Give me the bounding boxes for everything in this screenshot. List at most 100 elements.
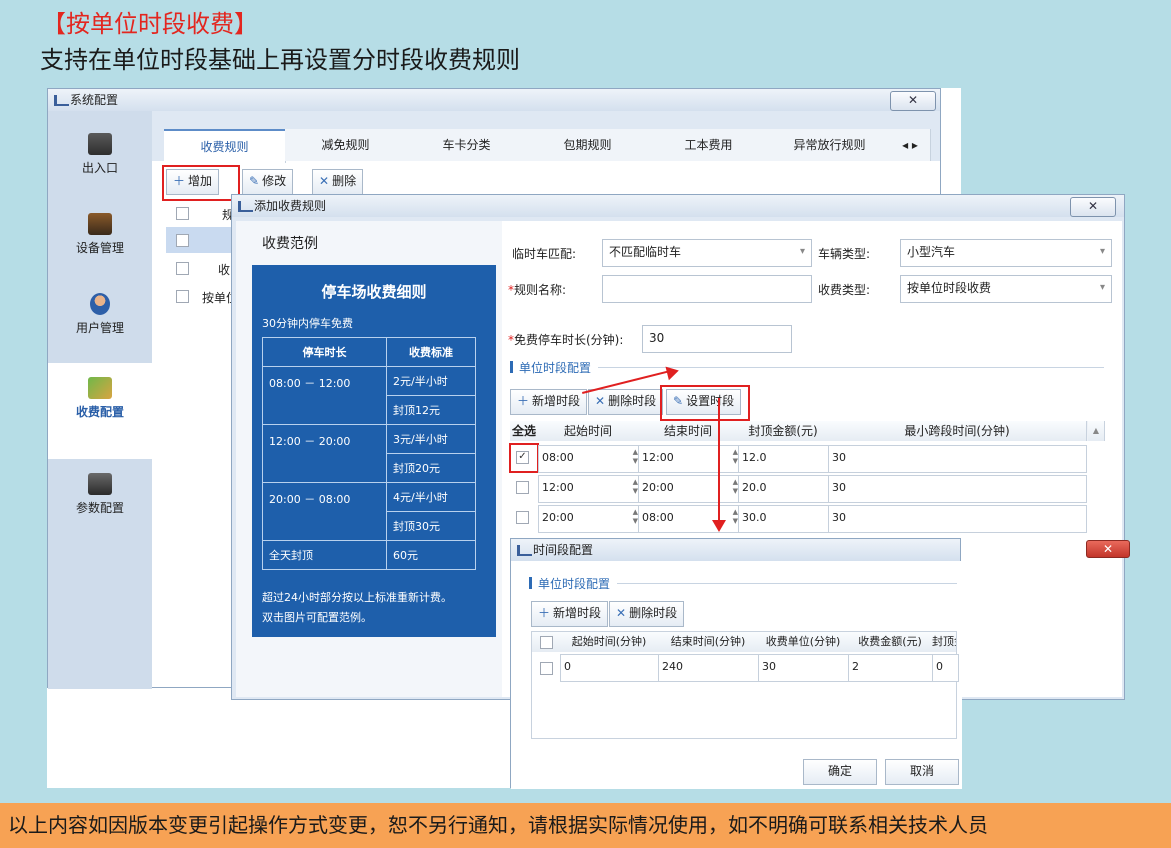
unit-cell[interactable]: 30 <box>758 654 851 682</box>
close-button[interactable]: ✕ <box>1070 197 1116 217</box>
screenshot-area: 系统配置 ✕ 出入口 设备管理 用户管理 收费配置 参数配置 收费规则 减免规则… <box>47 88 1125 789</box>
tab-discount-rules[interactable]: 减免规则 <box>285 129 407 161</box>
rate-cell: 2元/半小时 <box>386 366 476 396</box>
header-unit: 收费单位(分钟) <box>758 632 849 652</box>
window-title: 系统配置 <box>70 93 119 107</box>
col-duration: 停车时长 <box>261 337 388 367</box>
header-end: 结束时间(分钟) <box>658 632 759 652</box>
row-checkbox[interactable] <box>176 290 189 303</box>
footer-notice: 以上内容如因版本变更引起操作方式变更，恕不另行通知，请根据实际情况使用，如不明确… <box>0 803 1171 848</box>
start-cell[interactable]: 0 <box>560 654 661 682</box>
row-checkbox[interactable] <box>176 234 189 247</box>
row-checkbox[interactable] <box>516 481 529 494</box>
add-period-button[interactable]: ＋新增时段 <box>531 601 609 627</box>
close-button[interactable]: ✕ <box>890 91 936 111</box>
sidebar-item-params[interactable]: 参数配置 <box>48 473 152 516</box>
vehicle-type-label: 车辆类型: <box>818 247 871 261</box>
tab-card-category[interactable]: 车卡分类 <box>406 129 528 161</box>
fee-type-select[interactable]: 按单位时段收费 <box>900 275 1112 303</box>
app-icon <box>238 201 253 212</box>
tab-scroll-arrows[interactable]: ◂ ▸ <box>890 129 931 161</box>
cancel-button[interactable]: 取消 <box>885 759 959 785</box>
tab-period-rules[interactable]: 包期规则 <box>527 129 649 161</box>
dialog-title: 时间段配置 <box>533 543 594 557</box>
cap-cell[interactable]: 30.0 <box>738 505 831 533</box>
gate-icon <box>88 133 112 155</box>
user-icon <box>90 293 110 315</box>
period-close-button[interactable]: ✕ <box>1086 540 1130 558</box>
plus-icon: ＋ <box>517 394 530 408</box>
min-span-cell[interactable]: 30 <box>828 505 1087 533</box>
page-subheading: 支持在单位时段基础上再设置分时段收费规则 <box>40 46 520 74</box>
min-span-cell[interactable]: 30 <box>828 475 1087 503</box>
monitor-icon <box>88 473 112 495</box>
cap-cell: 封顶20元 <box>386 453 476 483</box>
header-cap: 封顶金额(元) <box>932 632 957 652</box>
cap-cell[interactable]: 0 <box>932 654 959 682</box>
row-checkbox[interactable] <box>540 662 553 675</box>
header-select-all[interactable]: 全选 <box>510 421 539 441</box>
duration-cell: 20:00 － 08:00 <box>261 482 388 541</box>
allday-value: 60元 <box>386 540 476 570</box>
x-icon: ✕ <box>319 174 330 188</box>
scroll-up-icon[interactable]: ▲ <box>1088 421 1105 441</box>
row-checkbox[interactable] <box>176 262 189 275</box>
cap-cell: 封顶30元 <box>386 511 476 541</box>
period-grid-header: 全选 起始时间 结束时间 封顶金额(元) 最小跨段时间(分钟) ▲ <box>510 421 1105 441</box>
page-heading: 【按单位时段收费】 <box>42 10 258 38</box>
panel-note-1: 超过24小时部分按以上标准重新计费。 <box>262 591 452 604</box>
end-cell[interactable]: 240 <box>658 654 761 682</box>
header-start: 起始时间(分钟) <box>560 632 659 652</box>
fee-type-label: 收费类型: <box>818 283 871 297</box>
end-time-cell[interactable]: 20:00 ▲ ▼ <box>638 475 741 503</box>
arrow-head <box>712 520 726 532</box>
highlight-checkbox <box>509 443 539 473</box>
add-period-button[interactable]: ＋新增时段 <box>510 389 588 415</box>
allday-label: 全天封顶 <box>261 540 388 570</box>
plus-icon: ＋ <box>538 606 551 620</box>
delete-button[interactable]: ✕ 删除 <box>312 169 364 195</box>
tab-abnormal-release[interactable]: 异常放行规则 <box>769 129 891 161</box>
end-time-cell[interactable]: 12:00 ▲ ▼ <box>638 445 741 473</box>
row-checkbox[interactable] <box>176 207 189 220</box>
rule-name-label: *规则名称: <box>508 283 567 297</box>
example-pane: 收费范例 停车场收费细则 30分钟内停车免费 停车时长 收费标准 08:00 － … <box>236 221 502 697</box>
dialog-title: 添加收费规则 <box>254 199 327 213</box>
row-checkbox[interactable] <box>516 511 529 524</box>
cap-cell[interactable]: 20.0 <box>738 475 831 503</box>
cap-cell[interactable]: 12.0 <box>738 445 831 473</box>
header-amount: 收费金额(元) <box>848 632 933 652</box>
list-item[interactable]: 收 <box>218 261 230 278</box>
min-span-cell[interactable]: 30 <box>828 445 1087 473</box>
sidebar-item-users[interactable]: 用户管理 <box>48 293 152 336</box>
header-cap: 封顶金额(元) <box>738 421 829 441</box>
start-time-cell[interactable]: 20:00 ▲ ▼ <box>538 505 641 533</box>
tab-material-fee[interactable]: 工本费用 <box>648 129 770 161</box>
free-time-label: *免费停车时长(分钟): <box>508 333 624 347</box>
sidebar-item-devices[interactable]: 设备管理 <box>48 213 152 256</box>
panel-note-2: 双击图片可配置范例。 <box>262 611 372 624</box>
duration-cell: 08:00 － 12:00 <box>261 366 388 425</box>
start-time-cell[interactable]: 08:00 ▲ ▼ <box>538 445 641 473</box>
vehicle-type-select[interactable]: 小型汽车 <box>900 239 1112 267</box>
amount-cell[interactable]: 2 <box>848 654 935 682</box>
fee-example-panel[interactable]: 停车场收费细则 30分钟内停车免费 停车时长 收费标准 08:00 － 12:00… <box>252 265 496 637</box>
fee-rules-table: 停车时长 收费标准 08:00 － 12:00 2元/半小时 封顶12元 12:00… <box>261 337 476 570</box>
select-all-checkbox[interactable] <box>540 636 553 649</box>
period-config-dialog: 时间段配置 单位时段配置 ＋新增时段 ✕ 删除时段 起始时间(分钟) 结束时间(分… <box>510 538 962 789</box>
temp-match-label: 临时车匹配: <box>512 247 577 261</box>
sidebar-item-fee-config[interactable]: 收费配置 <box>48 363 152 459</box>
ok-button[interactable]: 确定 <box>803 759 877 785</box>
period-body: 单位时段配置 ＋新增时段 ✕ 删除时段 起始时间(分钟) 结束时间(分钟) 收费单… <box>511 561 962 789</box>
highlight-add <box>162 165 240 201</box>
edit-button[interactable]: ✎ 修改 <box>242 169 294 195</box>
free-time-input[interactable]: 30 <box>642 325 792 353</box>
start-time-cell[interactable]: 12:00 ▲ ▼ <box>538 475 641 503</box>
device-icon <box>88 213 112 235</box>
temp-match-select[interactable]: 不匹配临时车 <box>602 239 812 267</box>
delete-period-button[interactable]: ✕ 删除时段 <box>609 601 685 627</box>
tab-fee-rules[interactable]: 收费规则 <box>164 129 286 163</box>
sidebar-item-entrance[interactable]: 出入口 <box>48 133 152 176</box>
rule-name-input[interactable] <box>602 275 812 303</box>
delete-period-button[interactable]: ✕ 删除时段 <box>588 389 664 415</box>
